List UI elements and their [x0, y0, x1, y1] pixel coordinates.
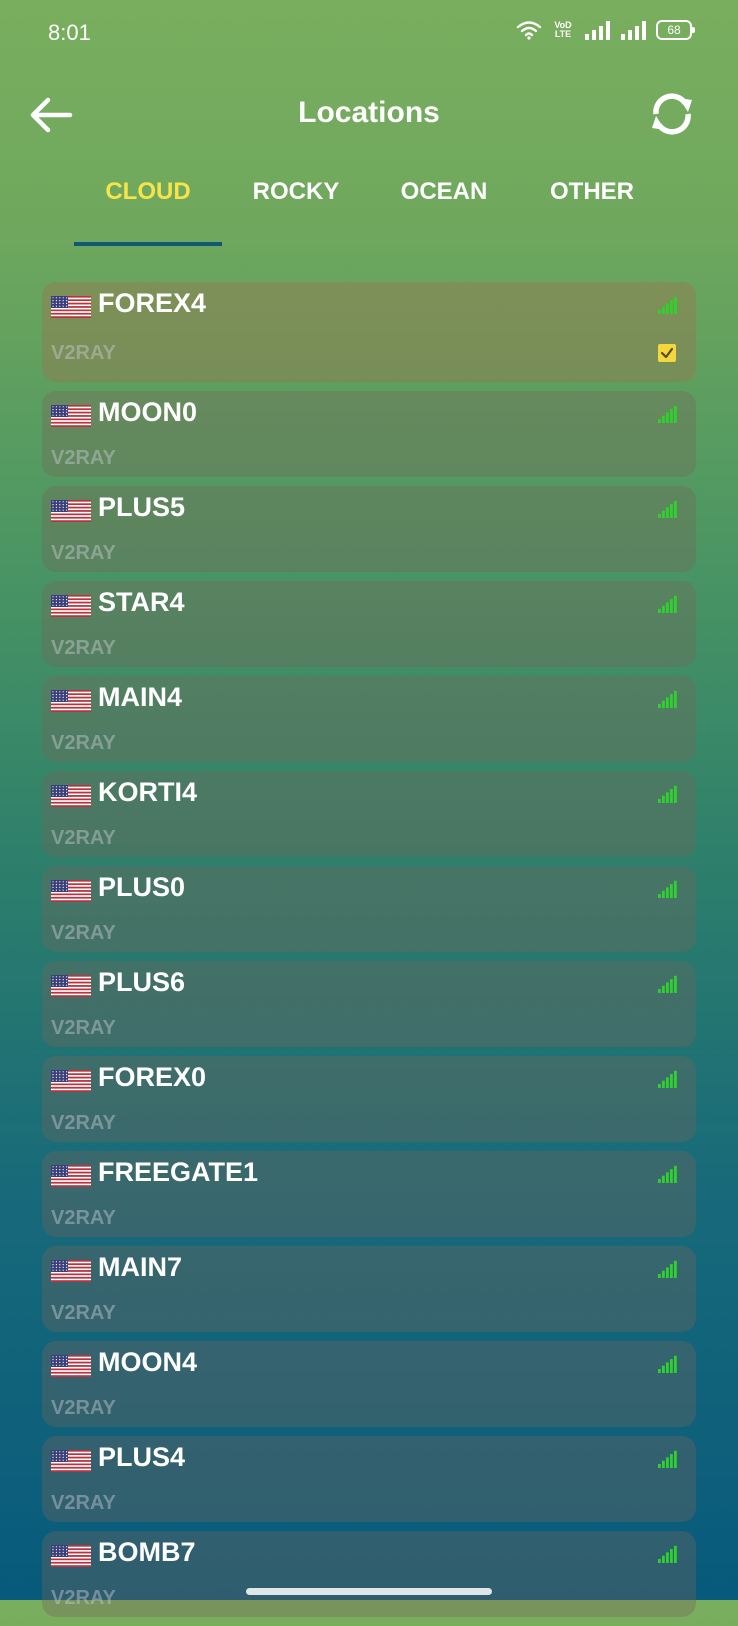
server-protocol: V2RAY	[51, 542, 116, 564]
server-name: PLUS4	[98, 1442, 186, 1472]
server-name: MOON4	[98, 1347, 198, 1377]
tab-rocky[interactable]: ROCKY	[222, 178, 370, 206]
server-name: BOMB7	[98, 1537, 196, 1567]
signal-strength-icon	[658, 880, 677, 898]
tab-ocean[interactable]: OCEAN	[370, 178, 518, 206]
page-title: Locations	[298, 96, 440, 129]
server-item[interactable]: MOON0 V2RAY	[42, 391, 696, 477]
signal-strength-icon	[658, 595, 677, 613]
server-name: MAIN4	[98, 682, 183, 712]
server-name: PLUS0	[98, 872, 186, 902]
signal-strength-icon	[658, 1260, 677, 1278]
server-protocol: V2RAY	[51, 827, 116, 849]
tab-cloud[interactable]: CLOUD	[74, 178, 222, 206]
status-time: 8:01	[48, 20, 91, 45]
server-protocol: V2RAY	[51, 732, 116, 754]
server-name: KORTI4	[98, 777, 198, 807]
server-protocol: V2RAY	[51, 1112, 116, 1134]
server-protocol: V2RAY	[51, 1302, 116, 1324]
server-name: FOREX4	[98, 288, 207, 318]
cell-signal-icon	[621, 21, 646, 40]
volte-indicator: VoD LTE	[552, 21, 574, 39]
us-flag-icon	[51, 1165, 91, 1187]
server-list: FOREX4 V2RAY MOON0 V2RAY PLUS5 V2RAY STAR4 V2RA…	[42, 282, 696, 1626]
us-flag-icon	[51, 405, 91, 427]
server-protocol: V2RAY	[51, 1492, 116, 1514]
status-bar: 8:01 VoD LTE 68	[0, 0, 738, 64]
us-flag-icon	[51, 785, 91, 807]
server-item[interactable]: MAIN7 V2RAY	[42, 1246, 696, 1332]
signal-strength-icon	[658, 1545, 677, 1563]
server-item[interactable]: PLUS6 V2RAY	[42, 961, 696, 1047]
checkmark-icon	[658, 344, 676, 362]
signal-strength-icon	[658, 405, 677, 423]
us-flag-icon	[51, 296, 91, 318]
server-item[interactable]: BOMB7 V2RAY	[42, 1531, 696, 1617]
signal-strength-icon	[658, 500, 677, 518]
server-name: MOON0	[98, 397, 198, 427]
refresh-button[interactable]	[646, 88, 698, 140]
app-bar: Locations	[0, 80, 738, 150]
us-flag-icon	[51, 500, 91, 522]
signal-strength-icon	[658, 1070, 677, 1088]
us-flag-icon	[51, 1355, 91, 1377]
location-tabs: CLOUD ROCKY OCEAN OTHER	[74, 164, 666, 248]
server-item[interactable]: FOREX0 V2RAY	[42, 1056, 696, 1142]
server-protocol: V2RAY	[51, 1587, 116, 1609]
server-item[interactable]: PLUS0 V2RAY	[42, 866, 696, 952]
server-name: STAR4	[98, 587, 185, 617]
server-name: FREEGATE1	[98, 1157, 259, 1187]
status-icons: VoD LTE 68	[516, 20, 695, 40]
wifi-icon	[516, 21, 542, 40]
server-name: PLUS6	[98, 967, 186, 997]
server-item[interactable]: FOREX4 V2RAY	[42, 282, 696, 382]
server-item[interactable]: MAIN4 V2RAY	[42, 676, 696, 762]
us-flag-icon	[51, 690, 91, 712]
server-protocol: V2RAY	[51, 1017, 116, 1039]
server-item[interactable]: STAR4 V2RAY	[42, 581, 696, 667]
server-item[interactable]: PLUS5 V2RAY	[42, 486, 696, 572]
us-flag-icon	[51, 880, 91, 902]
volte-bottom-label: LTE	[554, 29, 572, 39]
server-protocol: V2RAY	[51, 1397, 116, 1419]
server-name: PLUS5	[98, 492, 186, 522]
us-flag-icon	[51, 1450, 91, 1472]
us-flag-icon	[51, 595, 91, 617]
server-item[interactable]: FREEGATE1 V2RAY	[42, 1151, 696, 1237]
server-protocol: V2RAY	[51, 922, 116, 944]
cell-signal-icon	[585, 21, 610, 40]
server-name: MAIN7	[98, 1252, 183, 1282]
us-flag-icon	[51, 1070, 91, 1092]
server-name: FOREX0	[98, 1062, 207, 1092]
server-protocol: V2RAY	[51, 447, 116, 469]
server-protocol: V2RAY	[51, 1207, 116, 1229]
server-item[interactable]: MOON4 V2RAY	[42, 1341, 696, 1427]
signal-strength-icon	[658, 975, 677, 993]
server-item[interactable]: KORTI4 V2RAY	[42, 771, 696, 857]
signal-strength-icon	[658, 296, 677, 314]
signal-strength-icon	[658, 690, 677, 708]
battery-icon: 68	[656, 20, 695, 40]
refresh-icon	[652, 93, 692, 135]
signal-strength-icon	[658, 1165, 677, 1183]
us-flag-icon	[51, 1545, 91, 1567]
us-flag-icon	[51, 975, 91, 997]
signal-strength-icon	[658, 1450, 677, 1468]
server-item[interactable]: PLUS4 V2RAY	[42, 1436, 696, 1522]
server-protocol: V2RAY	[51, 637, 116, 659]
tab-other[interactable]: OTHER	[518, 178, 666, 206]
signal-strength-icon	[658, 785, 677, 803]
us-flag-icon	[51, 1260, 91, 1282]
tab-indicator	[74, 242, 222, 246]
home-indicator[interactable]	[246, 1588, 492, 1595]
signal-strength-icon	[658, 1355, 677, 1373]
server-protocol: V2RAY	[51, 342, 116, 364]
